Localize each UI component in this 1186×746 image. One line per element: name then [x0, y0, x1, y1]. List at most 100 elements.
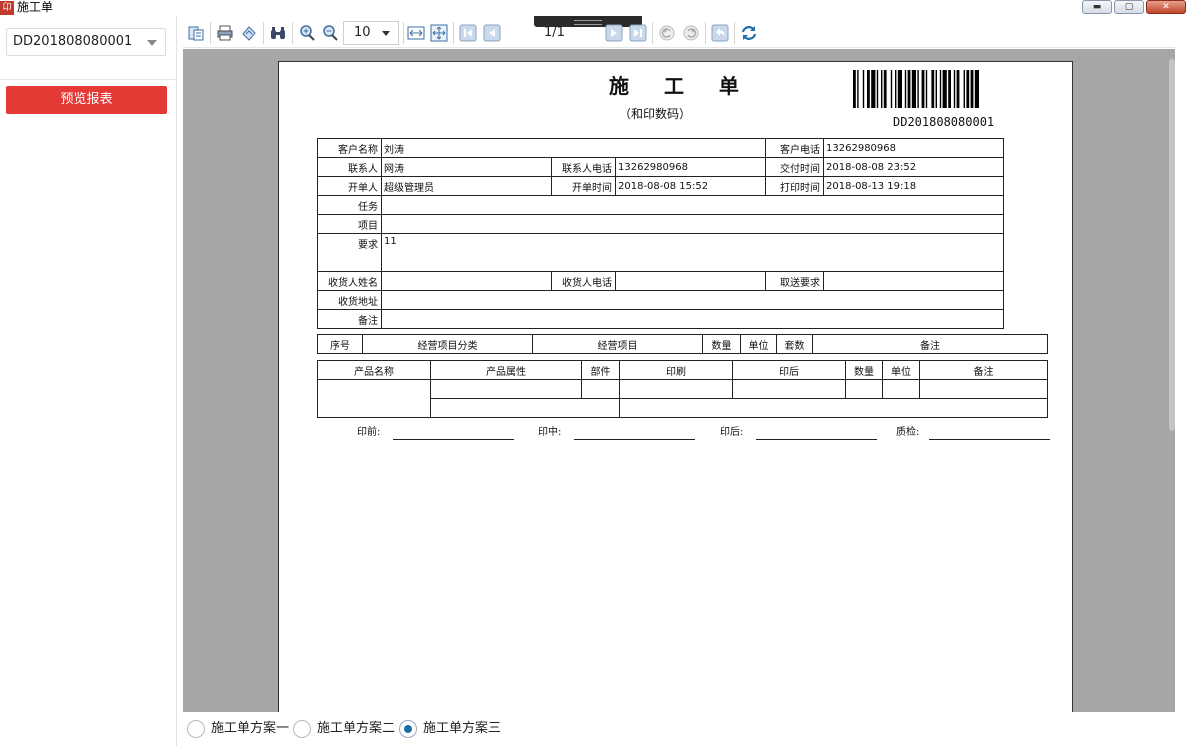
toolbar-separator — [652, 22, 653, 44]
next-page-icon[interactable] — [605, 24, 623, 42]
toolbar-separator — [263, 22, 264, 44]
close-button[interactable]: ✕ — [1146, 0, 1186, 14]
table-cell: 开单时间 — [551, 176, 616, 196]
table-cell — [619, 398, 1048, 418]
chevron-down-icon — [382, 31, 390, 36]
document-title: 施 工 单 — [609, 74, 753, 98]
column-header: 数量 — [702, 334, 741, 354]
scheme-radio-label: 施工单方案三 — [423, 721, 502, 736]
left-panel: DD201808080001 预览报表 — [0, 16, 177, 746]
business-items-table: 序号 经营项目分类 经营项目 数量 单位 套数 备注 — [317, 334, 1048, 354]
radio-icon — [399, 720, 417, 738]
first-page-icon[interactable] — [459, 24, 477, 42]
table-cell — [317, 379, 431, 418]
rotate-left-icon[interactable] — [658, 24, 676, 42]
column-header: 经营项目 — [532, 334, 703, 354]
table-cell — [380, 309, 1005, 329]
toolbar-separator — [453, 22, 454, 44]
column-header: 产品属性 — [430, 360, 582, 380]
column-header: 数量 — [845, 360, 883, 380]
preview-report-button[interactable]: 预览报表 — [6, 86, 167, 114]
window-title: 施工单 — [17, 0, 54, 14]
toolbar-separator — [734, 22, 735, 44]
radio-icon — [293, 720, 311, 738]
products-table: 产品名称 产品属性 部件 印刷 印后 数量 单位 备注 — [317, 360, 1048, 418]
table-cell: 项目 — [317, 214, 382, 234]
refresh-icon[interactable] — [740, 24, 758, 42]
vertical-scrollbar[interactable] — [1169, 59, 1175, 431]
signature-line — [393, 439, 514, 440]
signature-line — [574, 439, 695, 440]
toolbar-separator — [210, 22, 211, 44]
table-cell: 收货人姓名 — [317, 271, 382, 291]
column-header: 备注 — [812, 334, 1048, 354]
table-cell — [380, 214, 1005, 234]
signature-label-prepress: 印前: — [357, 427, 381, 438]
table-cell: 2018-08-08 15:52 — [614, 176, 767, 196]
scheme-radio-label: 施工单方案一 — [211, 721, 290, 736]
table-cell — [430, 379, 582, 399]
find-icon[interactable] — [269, 24, 287, 42]
last-page-icon[interactable] — [629, 24, 647, 42]
table-cell — [581, 379, 620, 399]
report-preview-canvas[interactable]: 施 工 单 （和印数码） DD201808080001 客户名称 刘涛 客户电话… — [183, 49, 1175, 712]
column-header: 单位 — [882, 360, 920, 380]
column-header: 印刷 — [619, 360, 733, 380]
page-setup-icon[interactable] — [240, 24, 258, 42]
table-cell: 13262980968 — [823, 138, 1005, 158]
export-icon[interactable] — [187, 24, 205, 42]
table-cell: 超级管理员 — [381, 176, 552, 196]
column-header: 经营项目分类 — [362, 334, 533, 354]
scheme-radio-label: 施工单方案二 — [317, 721, 396, 736]
table-cell — [381, 271, 552, 291]
table-cell — [823, 271, 1005, 291]
maximize-button[interactable]: ▢ — [1114, 0, 1144, 14]
preview-toolbar: 10 1/1 — [183, 16, 1175, 48]
print-icon[interactable] — [216, 24, 234, 42]
page-indicator: 1/1 — [544, 25, 565, 40]
order-select[interactable]: DD201808080001 — [6, 28, 166, 56]
zoom-out-icon[interactable] — [321, 24, 339, 42]
zoom-in-icon[interactable] — [298, 24, 316, 42]
document-subtitle: （和印数码） — [619, 107, 692, 121]
minimize-button[interactable]: ▬ — [1082, 0, 1112, 14]
table-cell: 要求 — [317, 233, 382, 272]
fit-width-icon[interactable] — [407, 24, 425, 42]
table-cell — [882, 379, 920, 399]
signature-label-press: 印中: — [538, 427, 562, 438]
order-select-value: DD201808080001 — [13, 34, 133, 49]
toolbar-separator — [705, 22, 706, 44]
table-cell — [919, 379, 1048, 399]
chevron-down-icon — [147, 40, 157, 46]
barcode-image — [853, 70, 979, 108]
table-row: 项目 — [317, 214, 1005, 234]
table-cell — [619, 379, 733, 399]
table-cell — [380, 290, 1005, 310]
barcode-text: DD201808080001 — [893, 115, 995, 129]
table-cell: 客户名称 — [317, 138, 382, 158]
table-row: 收货地址 — [317, 290, 1005, 310]
table-header-row: 产品名称 产品属性 部件 印刷 印后 数量 单位 备注 — [317, 360, 1048, 380]
previous-page-icon[interactable] — [483, 24, 501, 42]
back-icon[interactable] — [711, 24, 729, 42]
zoom-level-value: 10 — [354, 25, 371, 40]
table-cell: 交付时间 — [765, 157, 825, 177]
zoom-level-select[interactable]: 10 — [343, 21, 399, 45]
column-header: 单位 — [740, 334, 777, 354]
column-header: 套数 — [776, 334, 813, 354]
signature-label-postpress: 印后: — [720, 427, 744, 438]
app-icon: 卬 — [0, 1, 14, 15]
order-info-table: 客户名称 刘涛 客户电话 13262980968 联系人 网涛 联系人电话 13… — [317, 138, 1005, 329]
table-row: 任务 — [317, 195, 1005, 215]
table-row: 开单人 超级管理员 开单时间 2018-08-08 15:52 打印时间 201… — [317, 176, 1005, 196]
column-header: 序号 — [317, 334, 363, 354]
table-cell: 2018-08-13 19:18 — [823, 176, 1005, 196]
fit-page-icon[interactable] — [430, 24, 448, 42]
table-cell: 收货地址 — [317, 290, 382, 310]
table-cell: 打印时间 — [765, 176, 825, 196]
column-header: 部件 — [581, 360, 620, 380]
rotate-right-icon[interactable] — [682, 24, 700, 42]
table-cell: 11 — [380, 233, 1005, 272]
table-cell: 联系人 — [317, 157, 382, 177]
table-cell: 备注 — [317, 309, 382, 329]
